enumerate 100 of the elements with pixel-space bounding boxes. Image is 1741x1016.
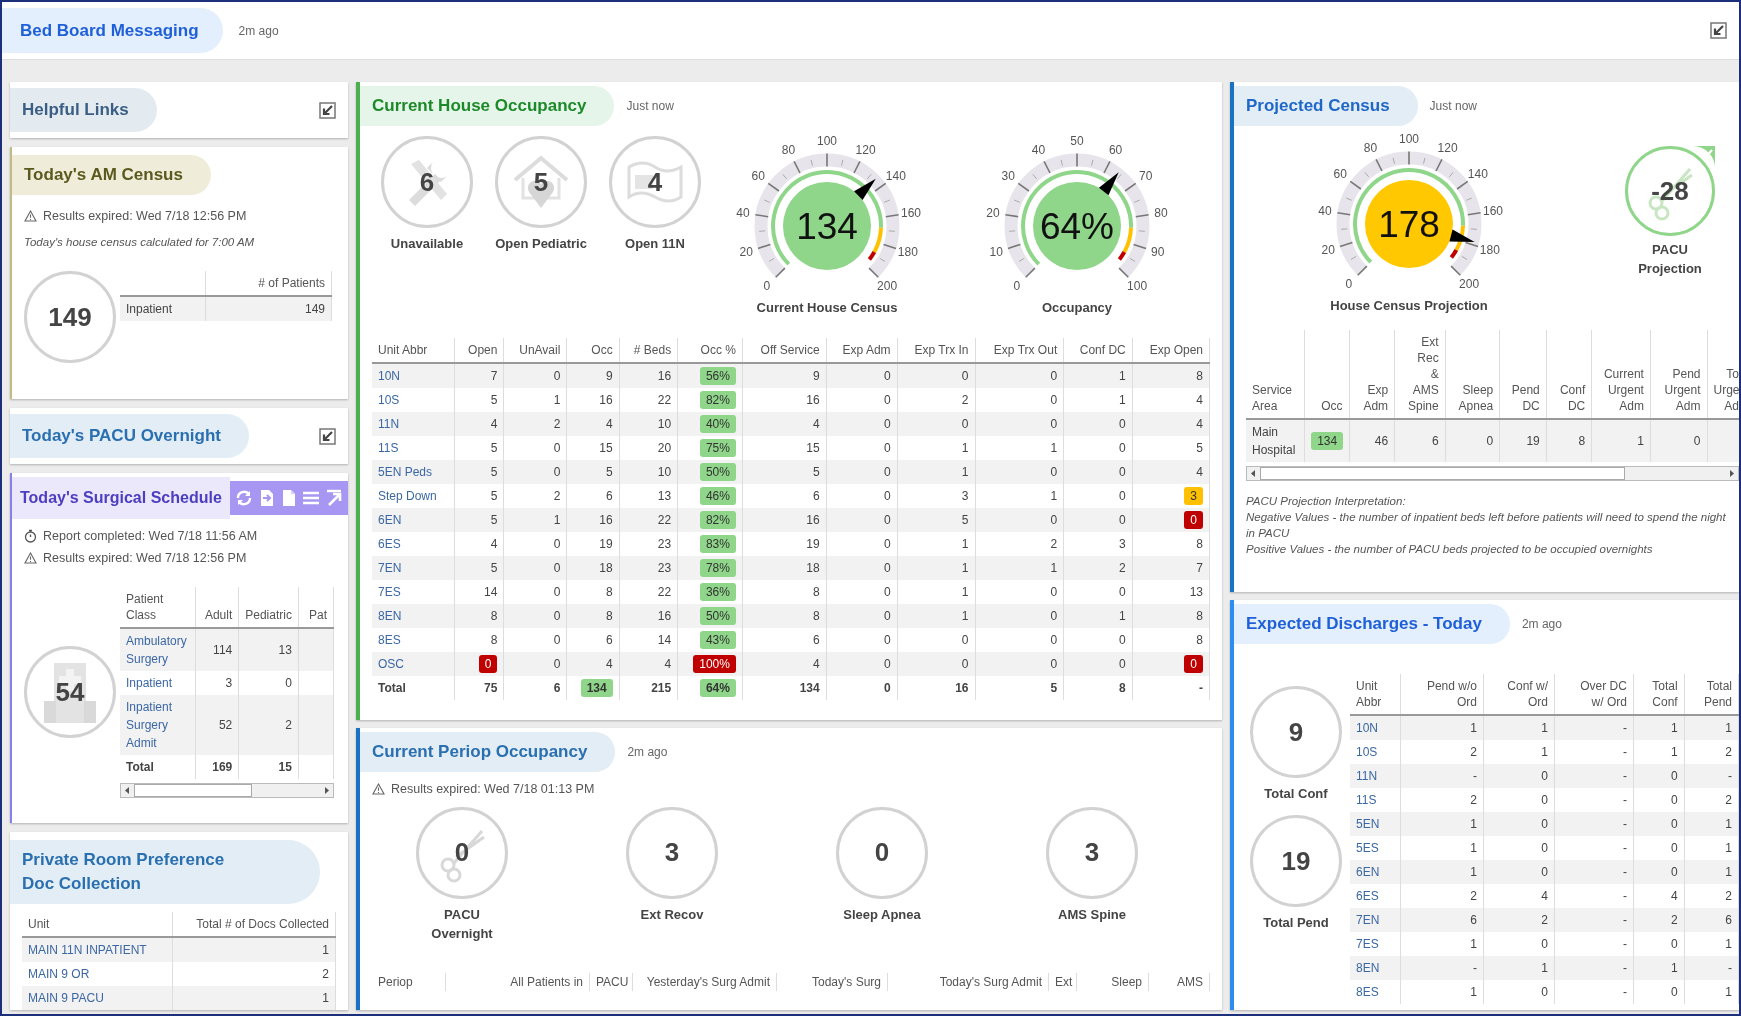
column-header: Occ [1304,329,1350,419]
table-cell: 7 [454,362,504,388]
table-cell: 2 [238,694,299,755]
unit-link[interactable]: MAIN 11N INPATIENT [28,941,166,959]
unit-link[interactable]: Ambulatory Surgery [126,631,189,668]
collapse-icon[interactable] [319,427,336,445]
table-cell: 0 [503,579,567,604]
column-header: Conf DC [1546,329,1592,419]
unit-link[interactable]: Inpatient Surgery Admit [126,697,189,752]
table-cell: 4 [454,411,504,436]
column-header: Total # of Docs Collected [172,912,336,937]
table-cell: 18 [566,555,620,580]
tick-label: 100 [1399,132,1419,146]
updated-time: 2m ago [238,22,279,40]
unit-link[interactable]: 7EN [1356,911,1394,929]
table-cell: 1 [897,603,975,628]
unit-link[interactable]: 8ES [378,630,449,649]
table-cell: 1 [1063,603,1133,628]
unit-link[interactable]: OSC [378,654,449,673]
unit-link[interactable]: 11S [1356,791,1394,809]
unit-link[interactable]: 11S [378,438,449,457]
tick-label: 160 [901,205,921,220]
unit-link[interactable]: 6EN [378,510,449,529]
unit-link[interactable]: 6ES [378,534,449,553]
status-badge: 40% [699,414,736,433]
table-cell: 0 [1445,418,1500,462]
stat-label: PACU Overnight [430,905,494,943]
collapse-icon[interactable] [319,101,336,119]
unit-link[interactable]: 5ES [1356,839,1394,857]
stat-value: 149 [48,300,92,334]
status-badge: 100% [693,654,736,673]
unit-link[interactable]: 7ES [1356,935,1394,953]
table-cell: 0 [1063,483,1133,508]
table-cell: 0 [975,603,1064,628]
column-header: Today's Surg Admit [888,972,1049,991]
unit-link[interactable]: Inpatient [126,673,189,692]
table-cell: 0 [826,387,898,412]
unit-link[interactable]: 10S [1356,743,1394,761]
table-cell: 0 [975,579,1064,604]
stat-value: 3 [1084,836,1100,870]
table-cell: 5 [454,459,504,484]
unit-link[interactable]: MAIN 9 OR [28,965,166,983]
unit-link[interactable]: 8EN [378,606,449,625]
unit-link[interactable]: 6ES [1356,887,1394,905]
column-header: Patient Class [120,586,196,628]
unit-link[interactable]: 7EN [378,558,449,577]
unit-link[interactable]: 10S [378,390,449,409]
status-badge: 56% [699,366,736,385]
unit-link[interactable]: Step Down [378,486,449,505]
table-cell: 19 [566,531,620,556]
unit-link[interactable]: 5EN [1356,815,1394,833]
table-cell: 22 [619,579,678,604]
horizontal-scrollbar[interactable] [1246,465,1739,481]
column-header: To Urge Ad [1707,329,1739,419]
tick-label: 200 [877,279,898,294]
table-cell: 2 [503,483,567,508]
table-cell: 16 [566,387,620,412]
unit-link[interactable]: 6EN [1356,863,1394,881]
table-cell: 6 [566,627,620,652]
column-header: AMS [1149,972,1210,991]
table-cell: 8 [1132,603,1210,628]
collapse-icon[interactable] [1710,22,1727,39]
status-badge: 50% [699,462,736,481]
unit-link[interactable]: MAIN 9 PACU [28,989,166,1007]
column-header: Pend w/o Ord [1400,674,1484,715]
unit-link[interactable]: 8ES [1356,983,1394,1001]
stat-label: Total Conf [1264,785,1328,803]
status-text: Results expired: Wed 7/18 12:56 PM [43,549,247,567]
table-cell: 5 [454,555,504,580]
unit-link[interactable]: 5EN Peds [378,462,449,481]
table-cell: 15 [742,435,827,460]
tick-label: 0 [763,279,771,294]
table-cell: 4 [1132,387,1210,412]
unit-link[interactable]: 11N [378,414,449,433]
unit-link[interactable]: 11N [1356,767,1394,785]
stat-value: 0 [454,836,470,870]
table-cell: 0 [1633,980,1685,1004]
table-cell: 16 [742,507,827,532]
table-cell: 2 [897,387,975,412]
table-cell: 0 [826,459,898,484]
table-cell: 8 [454,603,504,628]
tick-label: 120 [855,143,876,158]
table-cell: 16 [566,507,620,532]
stat-label: Open 11N [625,235,685,253]
table-cell: 4 [1132,411,1210,436]
unit-link[interactable]: 10N [378,366,449,385]
table-cell: 15 [566,435,620,460]
stat-label: Unavailable [390,235,464,253]
unit-link[interactable]: 8EN [1356,959,1394,977]
column-header: Today's Surg [777,972,888,991]
table-cell: 1 [1063,362,1133,388]
table-cell: 8 [454,627,504,652]
unit-link[interactable]: 10N [1356,719,1394,737]
panel-title: Private Room Preference Doc Collection [10,840,320,904]
horizontal-scrollbar[interactable] [120,782,334,798]
status-badge: 50% [699,606,736,625]
stat-label: Sleep Apnea [843,905,921,924]
unit-link[interactable]: 7ES [378,582,449,601]
column-header: All Patients in [446,972,590,991]
stat-value: 19 [1281,844,1311,878]
